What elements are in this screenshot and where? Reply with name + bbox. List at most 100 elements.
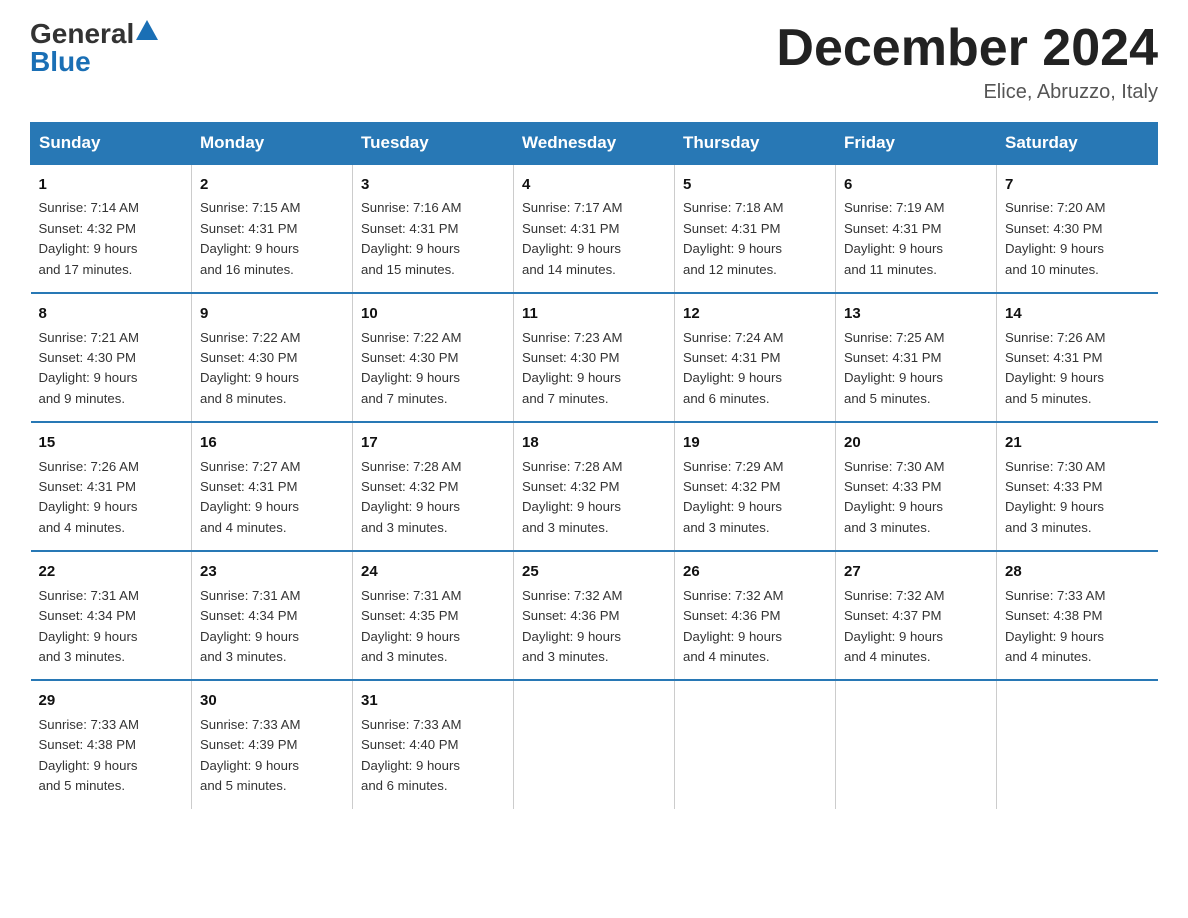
day-info: Sunrise: 7:16 AMSunset: 4:31 PMDaylight:… [361,198,505,280]
page-header: General Blue December 2024 Elice, Abruzz… [30,20,1158,104]
day-number: 4 [522,173,666,196]
day-info: Sunrise: 7:17 AMSunset: 4:31 PMDaylight:… [522,198,666,280]
calendar-day-cell: 19 Sunrise: 7:29 AMSunset: 4:32 PMDayligh… [675,422,836,551]
day-number: 16 [200,431,344,454]
day-number: 14 [1005,302,1150,325]
day-number: 13 [844,302,988,325]
calendar-day-cell: 15 Sunrise: 7:26 AMSunset: 4:31 PMDayligh… [31,422,192,551]
logo: General Blue [30,20,158,76]
calendar-day-cell: 5Sunrise: 7:18 AMSunset: 4:31 PMDaylight… [675,164,836,293]
header-wednesday: Wednesday [514,123,675,165]
day-info: Sunrise: 7:20 AMSunset: 4:30 PMDaylight:… [1005,198,1150,280]
day-info: Sunrise: 7:19 AMSunset: 4:31 PMDaylight:… [844,198,988,280]
day-number: 2 [200,173,344,196]
week-row-4: 22 Sunrise: 7:31 AMSunset: 4:34 PMDayligh… [31,551,1158,680]
day-info: Sunrise: 7:14 AMSunset: 4:32 PMDaylight:… [39,198,184,280]
day-info: Sunrise: 7:31 AMSunset: 4:35 PMDaylight:… [361,586,505,668]
calendar-day-cell [997,680,1158,808]
calendar-day-cell: 16 Sunrise: 7:27 AMSunset: 4:31 PMDayligh… [192,422,353,551]
day-info: Sunrise: 7:33 AMSunset: 4:38 PMDaylight:… [1005,586,1150,668]
day-number: 22 [39,560,184,583]
logo-triangle-icon [136,20,158,40]
day-number: 24 [361,560,505,583]
day-number: 18 [522,431,666,454]
day-info: Sunrise: 7:30 AMSunset: 4:33 PMDaylight:… [844,457,988,539]
calendar-day-cell: 18 Sunrise: 7:28 AMSunset: 4:32 PMDayligh… [514,422,675,551]
day-info: Sunrise: 7:26 AMSunset: 4:31 PMDaylight:… [1005,328,1150,410]
day-info: Sunrise: 7:26 AMSunset: 4:31 PMDaylight:… [39,457,184,539]
calendar-day-cell: 14 Sunrise: 7:26 AMSunset: 4:31 PMDayligh… [997,293,1158,422]
day-info: Sunrise: 7:33 AMSunset: 4:38 PMDaylight:… [39,715,184,797]
day-info: Sunrise: 7:23 AMSunset: 4:30 PMDaylight:… [522,328,666,410]
month-title: December 2024 [776,20,1158,77]
week-row-2: 8Sunrise: 7:21 AMSunset: 4:30 PMDaylight… [31,293,1158,422]
day-number: 23 [200,560,344,583]
calendar-day-cell: 28 Sunrise: 7:33 AMSunset: 4:38 PMDayligh… [997,551,1158,680]
calendar-day-cell: 3Sunrise: 7:16 AMSunset: 4:31 PMDaylight… [353,164,514,293]
day-info: Sunrise: 7:32 AMSunset: 4:36 PMDaylight:… [522,586,666,668]
calendar-day-cell: 11Sunrise: 7:23 AMSunset: 4:30 PMDayligh… [514,293,675,422]
calendar-day-cell: 7Sunrise: 7:20 AMSunset: 4:30 PMDaylight… [997,164,1158,293]
day-info: Sunrise: 7:31 AMSunset: 4:34 PMDaylight:… [39,586,184,668]
day-number: 15 [39,431,184,454]
day-info: Sunrise: 7:30 AMSunset: 4:33 PMDaylight:… [1005,457,1150,539]
week-row-3: 15 Sunrise: 7:26 AMSunset: 4:31 PMDayligh… [31,422,1158,551]
calendar-day-cell: 17 Sunrise: 7:28 AMSunset: 4:32 PMDayligh… [353,422,514,551]
day-number: 19 [683,431,827,454]
day-number: 6 [844,173,988,196]
day-number: 28 [1005,560,1150,583]
day-number: 26 [683,560,827,583]
day-info: Sunrise: 7:24 AMSunset: 4:31 PMDaylight:… [683,328,827,410]
calendar-day-cell: 26 Sunrise: 7:32 AMSunset: 4:36 PMDayligh… [675,551,836,680]
day-info: Sunrise: 7:28 AMSunset: 4:32 PMDaylight:… [361,457,505,539]
calendar-table: Sunday Monday Tuesday Wednesday Thursday… [30,122,1158,808]
calendar-day-cell: 6Sunrise: 7:19 AMSunset: 4:31 PMDaylight… [836,164,997,293]
day-info: Sunrise: 7:18 AMSunset: 4:31 PMDaylight:… [683,198,827,280]
day-info: Sunrise: 7:32 AMSunset: 4:37 PMDaylight:… [844,586,988,668]
header-sunday: Sunday [31,123,192,165]
calendar-day-cell: 29Sunrise: 7:33 AMSunset: 4:38 PMDayligh… [31,680,192,808]
calendar-day-cell: 10 Sunrise: 7:22 AMSunset: 4:30 PMDayligh… [353,293,514,422]
day-number: 27 [844,560,988,583]
day-number: 31 [361,689,505,712]
day-number: 5 [683,173,827,196]
day-info: Sunrise: 7:22 AMSunset: 4:30 PMDaylight:… [361,328,505,410]
calendar-day-cell: 12 Sunrise: 7:24 AMSunset: 4:31 PMDayligh… [675,293,836,422]
day-number: 1 [39,173,184,196]
day-number: 21 [1005,431,1150,454]
day-info: Sunrise: 7:33 AMSunset: 4:39 PMDaylight:… [200,715,344,797]
day-number: 10 [361,302,505,325]
calendar-day-cell: 8Sunrise: 7:21 AMSunset: 4:30 PMDaylight… [31,293,192,422]
day-info: Sunrise: 7:33 AMSunset: 4:40 PMDaylight:… [361,715,505,797]
week-row-1: 1Sunrise: 7:14 AMSunset: 4:32 PMDaylight… [31,164,1158,293]
day-info: Sunrise: 7:21 AMSunset: 4:30 PMDaylight:… [39,328,184,410]
day-number: 7 [1005,173,1150,196]
header-saturday: Saturday [997,123,1158,165]
day-info: Sunrise: 7:28 AMSunset: 4:32 PMDaylight:… [522,457,666,539]
day-number: 9 [200,302,344,325]
calendar-day-cell: 2Sunrise: 7:15 AMSunset: 4:31 PMDaylight… [192,164,353,293]
calendar-day-cell: 24 Sunrise: 7:31 AMSunset: 4:35 PMDayligh… [353,551,514,680]
day-info: Sunrise: 7:22 AMSunset: 4:30 PMDaylight:… [200,328,344,410]
logo-blue: Blue [30,48,91,76]
header-tuesday: Tuesday [353,123,514,165]
weekday-header-row: Sunday Monday Tuesday Wednesday Thursday… [31,123,1158,165]
calendar-day-cell [836,680,997,808]
calendar-day-cell: 22 Sunrise: 7:31 AMSunset: 4:34 PMDayligh… [31,551,192,680]
calendar-day-cell: 20 Sunrise: 7:30 AMSunset: 4:33 PMDayligh… [836,422,997,551]
day-number: 12 [683,302,827,325]
day-info: Sunrise: 7:27 AMSunset: 4:31 PMDaylight:… [200,457,344,539]
day-number: 17 [361,431,505,454]
calendar-day-cell: 21 Sunrise: 7:30 AMSunset: 4:33 PMDayligh… [997,422,1158,551]
day-number: 20 [844,431,988,454]
day-info: Sunrise: 7:32 AMSunset: 4:36 PMDaylight:… [683,586,827,668]
calendar-day-cell: 9 Sunrise: 7:22 AMSunset: 4:30 PMDaylight… [192,293,353,422]
header-thursday: Thursday [675,123,836,165]
calendar-day-cell [675,680,836,808]
day-number: 3 [361,173,505,196]
calendar-day-cell: 30Sunrise: 7:33 AMSunset: 4:39 PMDayligh… [192,680,353,808]
header-friday: Friday [836,123,997,165]
day-info: Sunrise: 7:29 AMSunset: 4:32 PMDaylight:… [683,457,827,539]
calendar-day-cell [514,680,675,808]
calendar-day-cell: 25Sunrise: 7:32 AMSunset: 4:36 PMDayligh… [514,551,675,680]
